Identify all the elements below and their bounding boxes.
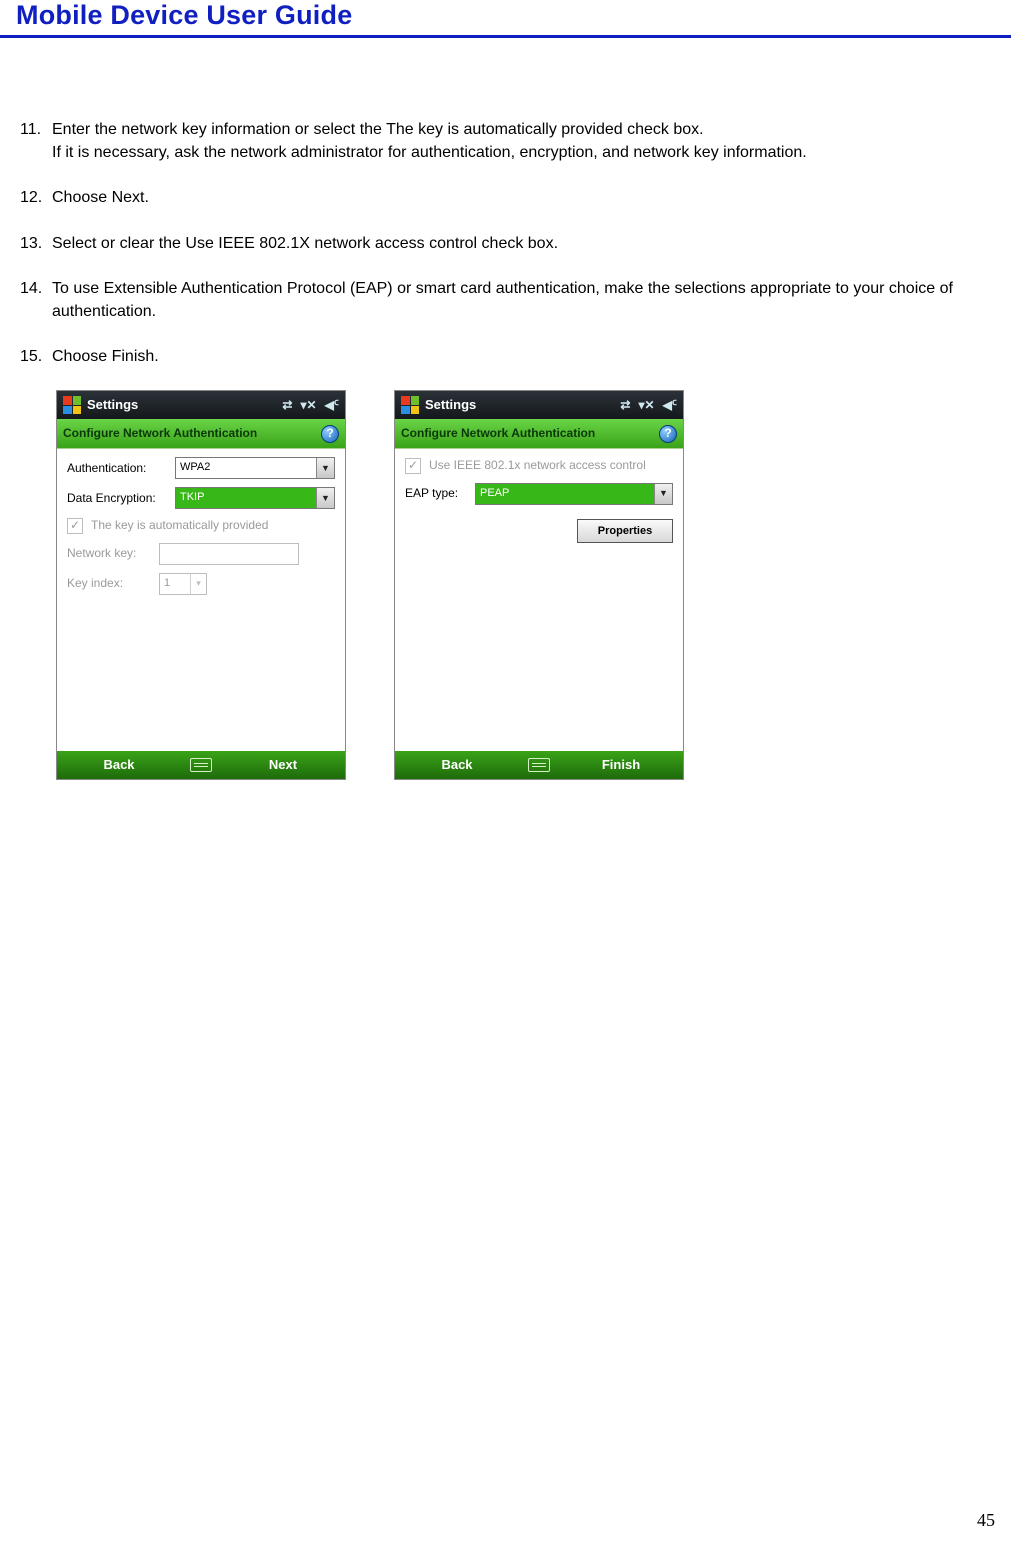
subtitle-text: Configure Network Authentication [401, 425, 595, 442]
screenshots-row: Settings ⇄ ▾✕ ◀ᑦ Configure Network Authe… [20, 390, 991, 780]
key-index-value: 1 [164, 576, 170, 592]
instruction-line: If it is necessary, ask the network admi… [52, 144, 807, 161]
encryption-dropdown[interactable]: TKIP ▼ [175, 487, 335, 509]
ieee-row: ✓ Use IEEE 802.1x network access control [405, 457, 673, 474]
instruction-item: 14. To use Extensible Authentication Pro… [20, 277, 991, 323]
ieee-label: Use IEEE 802.1x network access control [429, 457, 646, 474]
connectivity-icon: ⇄ [620, 397, 630, 414]
page-number: 45 [977, 1510, 995, 1531]
signal-icon: ▾✕ [300, 397, 316, 414]
connectivity-icon: ⇄ [282, 397, 292, 414]
instruction-text: Choose Next. [52, 186, 991, 209]
device-screenshot-left: Settings ⇄ ▾✕ ◀ᑦ Configure Network Authe… [56, 390, 346, 780]
subtitle-bar: Configure Network Authentication ? [395, 419, 683, 449]
network-key-row: Network key: [67, 543, 335, 565]
chevron-down-icon: ▼ [316, 488, 334, 508]
eap-value: PEAP [480, 486, 509, 502]
instruction-list: 11. Enter the network key information or… [20, 118, 991, 368]
key-index-label: Key index: [67, 575, 151, 592]
bottombar: Back Finish [395, 751, 683, 779]
chevron-down-icon: ▾ [190, 574, 206, 594]
key-index-dropdown[interactable]: 1 ▾ [159, 573, 207, 595]
bottombar: Back Next [57, 751, 345, 779]
properties-row: Properties [405, 513, 673, 543]
auto-key-label: The key is automatically provided [91, 517, 268, 534]
back-button[interactable]: Back [57, 756, 181, 775]
body-content: 11. Enter the network key information or… [0, 38, 1011, 780]
form-area: ✓ Use IEEE 802.1x network access control… [395, 449, 683, 751]
titlebar-text: Settings [87, 396, 138, 415]
encryption-value: TKIP [180, 490, 204, 506]
instruction-item: 15. Choose Finish. [20, 345, 991, 368]
keyboard-icon [528, 758, 550, 772]
system-tray: ⇄ ▾✕ ◀ᑦ [282, 397, 339, 414]
page-header: Mobile Device User Guide [0, 0, 1011, 38]
eap-row: EAP type: PEAP ▼ [405, 483, 673, 505]
instruction-number: 12. [20, 186, 52, 209]
form-area: Authentication: WPA2 ▼ Data Encryption: … [57, 449, 345, 751]
properties-button[interactable]: Properties [577, 519, 673, 543]
system-tray: ⇄ ▾✕ ◀ᑦ [620, 397, 677, 414]
authentication-row: Authentication: WPA2 ▼ [67, 457, 335, 479]
finish-button[interactable]: Finish [559, 756, 683, 775]
instruction-line: Enter the network key information or sel… [52, 121, 704, 138]
subtitle-bar: Configure Network Authentication ? [57, 419, 345, 449]
chevron-down-icon: ▼ [316, 458, 334, 478]
key-index-row: Key index: 1 ▾ [67, 573, 335, 595]
eap-dropdown[interactable]: PEAP ▼ [475, 483, 673, 505]
help-icon[interactable]: ? [321, 425, 339, 443]
authentication-dropdown[interactable]: WPA2 ▼ [175, 457, 335, 479]
instruction-text: To use Extensible Authentication Protoco… [52, 277, 991, 323]
device-screenshot-right: Settings ⇄ ▾✕ ◀ᑦ Configure Network Authe… [394, 390, 684, 780]
volume-icon: ◀ᑦ [663, 397, 677, 414]
auto-key-row: ✓ The key is automatically provided [67, 517, 335, 534]
ieee-checkbox[interactable]: ✓ [405, 458, 421, 474]
encryption-row: Data Encryption: TKIP ▼ [67, 487, 335, 509]
titlebar: Settings ⇄ ▾✕ ◀ᑦ [395, 391, 683, 419]
instruction-text: Select or clear the Use IEEE 802.1X netw… [52, 232, 991, 255]
windows-flag-icon [63, 396, 81, 414]
windows-flag-icon [401, 396, 419, 414]
subtitle-text: Configure Network Authentication [63, 425, 257, 442]
instruction-item: 11. Enter the network key information or… [20, 118, 991, 164]
back-button[interactable]: Back [395, 756, 519, 775]
instruction-text: Choose Finish. [52, 345, 991, 368]
next-button[interactable]: Next [221, 756, 345, 775]
keyboard-icon [190, 758, 212, 772]
instruction-number: 14. [20, 277, 52, 323]
keyboard-button[interactable] [519, 758, 559, 772]
instruction-item: 13. Select or clear the Use IEEE 802.1X … [20, 232, 991, 255]
volume-icon: ◀ᑦ [325, 397, 339, 414]
page-title: Mobile Device User Guide [16, 0, 995, 31]
instruction-text: Enter the network key information or sel… [52, 118, 991, 164]
auto-key-checkbox[interactable]: ✓ [67, 518, 83, 534]
keyboard-button[interactable] [181, 758, 221, 772]
encryption-label: Data Encryption: [67, 490, 167, 507]
titlebar-text: Settings [425, 396, 476, 415]
titlebar: Settings ⇄ ▾✕ ◀ᑦ [57, 391, 345, 419]
instruction-number: 15. [20, 345, 52, 368]
help-icon[interactable]: ? [659, 425, 677, 443]
instruction-number: 13. [20, 232, 52, 255]
chevron-down-icon: ▼ [654, 484, 672, 504]
signal-icon: ▾✕ [638, 397, 654, 414]
authentication-label: Authentication: [67, 460, 167, 477]
instruction-number: 11. [20, 118, 52, 164]
network-key-input[interactable] [159, 543, 299, 565]
network-key-label: Network key: [67, 545, 151, 562]
eap-label: EAP type: [405, 485, 467, 502]
instruction-item: 12. Choose Next. [20, 186, 991, 209]
authentication-value: WPA2 [180, 460, 210, 476]
